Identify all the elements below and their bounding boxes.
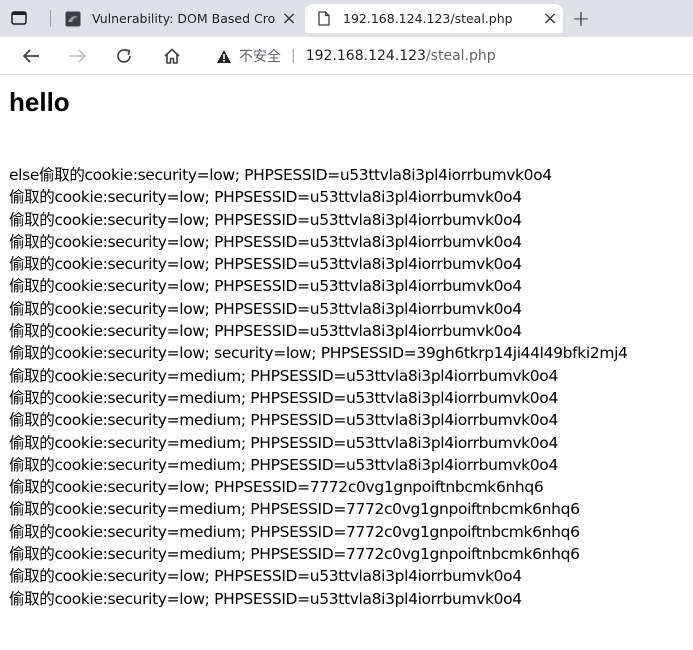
log-line: else偷取的cookie:security=low; PHPSESSID=u5…: [9, 166, 552, 184]
close-icon[interactable]: ×: [537, 6, 563, 32]
address-separator: |: [291, 48, 296, 64]
new-tab-icon[interactable]: +: [568, 6, 594, 32]
security-label: 不安全: [239, 49, 281, 65]
page-heading: hello: [9, 87, 70, 117]
log-line: 偷取的cookie:security=medium; PHPSESSID=u53…: [9, 433, 558, 452]
close-icon[interactable]: ×: [276, 6, 302, 32]
tab-strip: Vulnerability: DOM Based Cross Site Scri…: [0, 0, 693, 37]
page-icon: [315, 10, 333, 28]
tab-actions-icon[interactable]: [8, 7, 30, 29]
tab-title: 192.168.124.123/steal.php: [343, 11, 513, 26]
tab-dvwa[interactable]: Vulnerability: DOM Based Cross Site Scri…: [56, 4, 302, 33]
log-line: 偷取的cookie:security=medium; PHPSESSID=777…: [9, 522, 580, 541]
home-icon[interactable]: [157, 41, 187, 71]
tab-steal[interactable]: 192.168.124.123/steal.php ×: [305, 4, 563, 33]
cookie-log: else偷取的cookie:security=low; PHPSESSID=u5…: [9, 164, 693, 610]
log-line: 偷取的cookie:security=medium; PHPSESSID=777…: [9, 545, 580, 564]
log-line: 偷取的cookie:security=medium; PHPSESSID=u53…: [9, 366, 558, 385]
warning-icon[interactable]: [215, 47, 233, 65]
log-line: 偷取的cookie:security=medium; PHPSESSID=u53…: [9, 455, 558, 474]
log-line: 偷取的cookie:security=medium; PHPSESSID=u53…: [9, 388, 558, 407]
reload-icon[interactable]: [109, 41, 139, 71]
log-line: 偷取的cookie:security=low; security=low; PH…: [9, 344, 628, 363]
tab-separator: [50, 10, 51, 27]
log-line: 偷取的cookie:security=low; PHPSESSID=u53ttv…: [9, 232, 522, 251]
log-line: 偷取的cookie:security=low; PHPSESSID=u53ttv…: [9, 255, 522, 274]
tab-title: Vulnerability: DOM Based Cross Site Scri…: [92, 11, 276, 26]
url-path: /steal.php: [425, 48, 496, 64]
log-line: 偷取的cookie:security=medium; PHPSESSID=777…: [9, 500, 580, 519]
dvwa-favicon-icon: [64, 10, 82, 28]
log-line: 偷取的cookie:security=medium; PHPSESSID=u53…: [9, 411, 558, 430]
log-line: 偷取的cookie:security=low; PHPSESSID=u53ttv…: [9, 277, 522, 296]
log-line: 偷取的cookie:security=low; PHPSESSID=u53ttv…: [9, 188, 522, 207]
page-content: hello else偷取的cookie:security=low; PHPSES…: [0, 75, 693, 650]
url-host: 192.168.124.123: [305, 48, 426, 64]
log-line: 偷取的cookie:security=low; PHPSESSID=u53ttv…: [9, 299, 522, 318]
toolbar: 不安全 | 192.168.124.123/steal.php: [0, 37, 693, 75]
address-bar[interactable]: 不安全 | 192.168.124.123/steal.php: [205, 42, 693, 70]
log-line: 偷取的cookie:security=low; PHPSESSID=u53ttv…: [9, 322, 522, 341]
back-icon[interactable]: [16, 41, 46, 71]
log-line: 偷取的cookie:security=low; PHPSESSID=u53ttv…: [9, 210, 522, 229]
forward-icon[interactable]: [63, 41, 93, 71]
log-line: 偷取的cookie:security=low; PHPSESSID=u53ttv…: [9, 589, 522, 608]
log-line: 偷取的cookie:security=low; PHPSESSID=7772c0…: [9, 478, 544, 497]
log-line: 偷取的cookie:security=low; PHPSESSID=u53ttv…: [9, 567, 522, 586]
